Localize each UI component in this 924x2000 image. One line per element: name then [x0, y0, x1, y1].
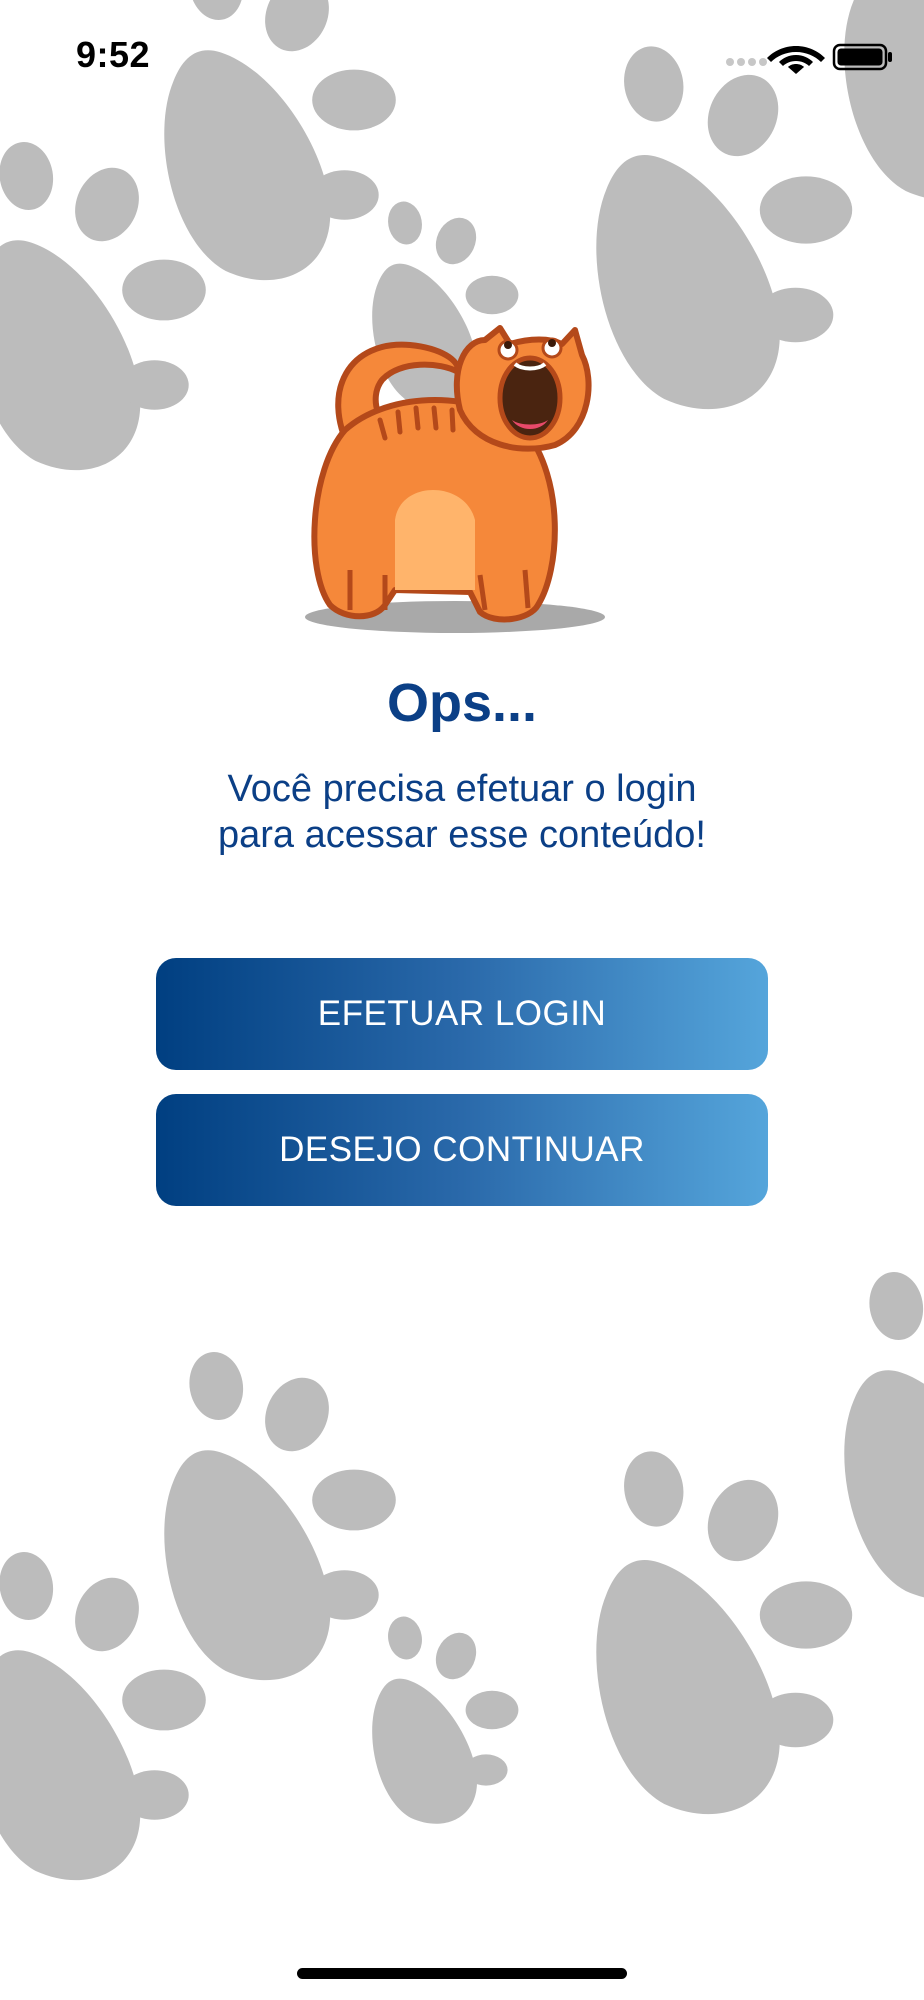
status-bar: 9:52 [0, 0, 924, 110]
signal-icon [726, 58, 767, 66]
message-line-2: para acessar esse conteúdo! [218, 814, 706, 856]
wifi-icon [767, 46, 825, 74]
screen: 9:52 Ops... Você precisa efetuar o login… [0, 0, 924, 2000]
status-time: 9:52 [76, 34, 151, 75]
login-required-message: Você precisa efetuar o login para acessa… [0, 766, 924, 858]
battery-icon [832, 43, 892, 71]
continue-button[interactable]: DESEJO CONTINUAR [156, 1094, 768, 1206]
login-button[interactable]: EFETUAR LOGIN [156, 958, 768, 1070]
status-icons [726, 43, 892, 74]
page-title: Ops... [386, 673, 538, 733]
cat-illustration [305, 325, 605, 633]
message-line-1: Você precisa efetuar o login [227, 768, 697, 810]
home-indicator[interactable] [297, 1968, 627, 1979]
